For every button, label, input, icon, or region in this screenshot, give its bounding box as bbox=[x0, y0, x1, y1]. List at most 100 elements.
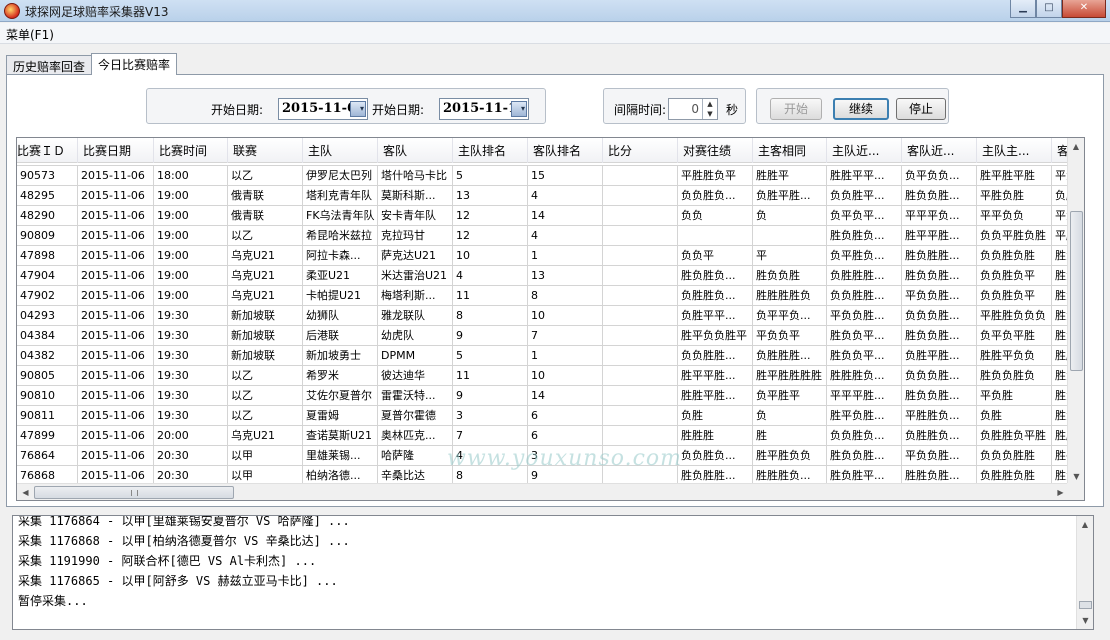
horizontal-scroll-thumb[interactable] bbox=[34, 486, 234, 499]
scroll-down-icon[interactable]: ▼ bbox=[1077, 612, 1093, 629]
table-cell: 19:00 bbox=[154, 186, 228, 206]
tab-history-odds[interactable]: 历史赔率回查 bbox=[6, 55, 93, 75]
grid-horizontal-scrollbar[interactable]: ◀ ▶ bbox=[17, 483, 1069, 500]
table-cell: 3 bbox=[528, 446, 603, 466]
table-cell: 负负胜胜... bbox=[678, 346, 753, 366]
odds-data-grid[interactable]: 比赛ＩＤ 比赛日期 比赛时间 联赛 主队 客队 主队排名 客队排名 比分 对赛往绩 主客相同 主队近.… bbox=[16, 137, 1085, 501]
column-header[interactable]: 主队排名 bbox=[453, 138, 528, 163]
table-cell: 04293 bbox=[17, 306, 78, 326]
start-button[interactable]: 开始 bbox=[770, 98, 822, 120]
table-cell: 阿拉卡森... bbox=[303, 246, 378, 266]
column-header[interactable]: 客队排名 bbox=[528, 138, 603, 163]
column-header[interactable]: 客队近... bbox=[902, 138, 977, 163]
window-title: 球探网足球赔率采集器V13 bbox=[25, 5, 169, 19]
table-cell: 47898 bbox=[17, 246, 78, 266]
column-header[interactable]: 比赛时间 bbox=[154, 138, 228, 163]
table-row[interactable]: 47898 2015-11-06 19:00 乌克U21 阿拉卡森... 萨克达U21 10… bbox=[17, 246, 1084, 266]
table-cell: 10 bbox=[528, 306, 603, 326]
table-cell: 2015-11-06 bbox=[78, 386, 154, 406]
scroll-up-icon[interactable]: ▲ bbox=[1077, 516, 1093, 533]
table-row[interactable]: 47902 2015-11-06 19:00 乌克U21 卡帕提U21 梅塔利斯... 11… bbox=[17, 286, 1084, 306]
grid-vertical-scrollbar[interactable]: ▲ ▼ bbox=[1067, 138, 1084, 485]
table-cell: 19:00 bbox=[154, 206, 228, 226]
stepper-arrows[interactable]: ▲ ▼ bbox=[702, 99, 717, 119]
minimize-icon[interactable]: ▁ bbox=[1010, 0, 1036, 18]
menu-item-main[interactable]: 菜单(F1) bbox=[6, 26, 54, 43]
table-cell: 14 bbox=[528, 206, 603, 226]
table-cell: 1 bbox=[528, 246, 603, 266]
vertical-scroll-thumb[interactable] bbox=[1070, 211, 1083, 371]
table-cell bbox=[603, 266, 678, 286]
table-cell: 平胜胜负... bbox=[902, 406, 977, 426]
column-header[interactable]: 比赛ＩＤ bbox=[17, 138, 78, 163]
table-cell: 76864 bbox=[17, 446, 78, 466]
table-cell: 负负胜平... bbox=[827, 186, 902, 206]
table-row[interactable]: 04293 2015-11-06 19:30 新加坡联 幼狮队 雅龙联队 8 10 负胜平平..… bbox=[17, 306, 1084, 326]
scroll-left-icon[interactable]: ◀ bbox=[17, 484, 34, 500]
log-line: 采集 1176868 - 以甲[柏纳洛德夏普尔 VS 辛桑比达] ... bbox=[18, 534, 350, 548]
column-header[interactable]: 主队 bbox=[303, 138, 378, 163]
table-cell bbox=[603, 246, 678, 266]
table-cell: 负胜胜胜... bbox=[827, 266, 902, 286]
column-header[interactable]: 主队主... bbox=[977, 138, 1052, 163]
maximize-icon[interactable]: □ bbox=[1036, 0, 1062, 18]
table-row[interactable]: 04382 2015-11-06 19:30 新加坡联 新加坡勇士 DPMM 5 1 负负胜胜.… bbox=[17, 346, 1084, 366]
table-cell: 胜平负负胜平 bbox=[678, 326, 753, 346]
table-row[interactable]: 47899 2015-11-06 20:00 乌克U21 查诺莫斯U21 奥林匹克... 7… bbox=[17, 426, 1084, 446]
table-cell: 萨克达U21 bbox=[378, 246, 453, 266]
table-cell: 奥林匹克... bbox=[378, 426, 453, 446]
table-cell: 负平负平... bbox=[827, 206, 902, 226]
stepper-down-icon[interactable]: ▼ bbox=[703, 109, 717, 119]
table-cell: 胜胜胜 bbox=[678, 426, 753, 446]
calendar-dropdown-icon[interactable] bbox=[350, 98, 366, 118]
continue-button[interactable]: 继续 bbox=[833, 98, 889, 120]
table-cell: 俄青联 bbox=[228, 206, 303, 226]
table-cell: 6 bbox=[528, 426, 603, 446]
table-cell: 胜 bbox=[753, 426, 827, 446]
column-header[interactable]: 比分 bbox=[603, 138, 678, 163]
end-date-picker[interactable]: 2015-11-11 bbox=[439, 98, 529, 120]
table-cell: 梅塔利斯... bbox=[378, 286, 453, 306]
date-range-group: 开始日期: 2015-11-05 开始日期: 2015-11-11 bbox=[146, 88, 546, 124]
table-row[interactable]: 76864 2015-11-06 20:30 以甲 里雄莱锡... 哈萨隆 4 3 负负胜负..… bbox=[17, 446, 1084, 466]
window-controls: ▁ □ ✕ bbox=[1010, 0, 1106, 18]
table-row[interactable]: 47904 2015-11-06 19:00 乌克U21 柔亚U21 米达雷治U21 4 13… bbox=[17, 266, 1084, 286]
table-row[interactable]: 90805 2015-11-06 19:30 以乙 希罗米 彼达迪华 11 10 胜平平胜...… bbox=[17, 366, 1084, 386]
table-row[interactable]: 48290 2015-11-06 19:00 俄青联 FK乌法青年队 安卡青年队 12 14 负… bbox=[17, 206, 1084, 226]
table-row[interactable]: 90811 2015-11-06 19:30 以乙 夏雷姆 夏普尔霍德 3 6 负胜负胜平负胜.… bbox=[17, 406, 1084, 426]
table-row[interactable]: 90809 2015-11-06 19:00 以乙 希昆哈米兹拉 克拉玛甘 12 4 胜负胜负.… bbox=[17, 226, 1084, 246]
table-cell: 90810 bbox=[17, 386, 78, 406]
table-cell: 平胜胜负平 bbox=[678, 166, 753, 186]
table-cell: 2015-11-06 bbox=[78, 426, 154, 446]
close-icon[interactable]: ✕ bbox=[1062, 0, 1106, 18]
table-row[interactable]: 90810 2015-11-06 19:30 以乙 艾佐尔夏普尔 雷霍沃特... 9 14 胜胜… bbox=[17, 386, 1084, 406]
stepper-up-icon[interactable]: ▲ bbox=[703, 99, 717, 109]
table-cell: 新加坡勇士 bbox=[303, 346, 378, 366]
interval-stepper[interactable]: 0 ▲ ▼ bbox=[668, 98, 718, 120]
column-header[interactable]: 主队近... bbox=[827, 138, 902, 163]
start-date-picker[interactable]: 2015-11-05 bbox=[278, 98, 368, 120]
column-header[interactable]: 客队 bbox=[378, 138, 453, 163]
log-scroll-thumb[interactable] bbox=[1079, 601, 1092, 609]
table-cell: 以乙 bbox=[228, 226, 303, 246]
table-row[interactable]: 04384 2015-11-06 19:30 新加坡联 后港联 幼虎队 9 7 胜平负负胜平 平负… bbox=[17, 326, 1084, 346]
column-header[interactable]: 比赛日期 bbox=[78, 138, 154, 163]
table-row[interactable]: 48295 2015-11-06 19:00 俄青联 塔利克青年队 莫斯科斯... 13 4 负… bbox=[17, 186, 1084, 206]
table-cell: 2015-11-06 bbox=[78, 346, 154, 366]
table-cell: 47904 bbox=[17, 266, 78, 286]
table-row[interactable]: 90573 2015-11-06 18:00 以乙 伊罗尼太巴列 塔什哈马卡比 5 15 平胜胜… bbox=[17, 166, 1084, 186]
tab-today-odds[interactable]: 今日比赛赔率 bbox=[91, 53, 178, 75]
column-header[interactable]: 联赛 bbox=[228, 138, 303, 163]
log-vertical-scrollbar[interactable]: ▲ ▼ bbox=[1076, 516, 1093, 629]
table-cell: 胜胜平胜... bbox=[678, 386, 753, 406]
column-header[interactable]: 主客相同 bbox=[753, 138, 827, 163]
stop-button[interactable]: 停止 bbox=[896, 98, 946, 120]
log-output[interactable]: 采集 1176864 - 以甲[里雄莱锡安夏普尔 VS 哈萨隆] ... 采集 1… bbox=[12, 515, 1094, 630]
scroll-up-icon[interactable]: ▲ bbox=[1068, 138, 1084, 155]
table-cell: 胜平平胜... bbox=[902, 226, 977, 246]
column-header[interactable]: 对赛往绩 bbox=[678, 138, 753, 163]
calendar-dropdown-icon[interactable] bbox=[511, 98, 527, 118]
table-cell: 3 bbox=[453, 406, 528, 426]
grid-body: 90573 2015-11-06 18:00 以乙 伊罗尼太巴列 塔什哈马卡比 5 15 平胜胜… bbox=[17, 163, 1084, 486]
table-cell: 48290 bbox=[17, 206, 78, 226]
